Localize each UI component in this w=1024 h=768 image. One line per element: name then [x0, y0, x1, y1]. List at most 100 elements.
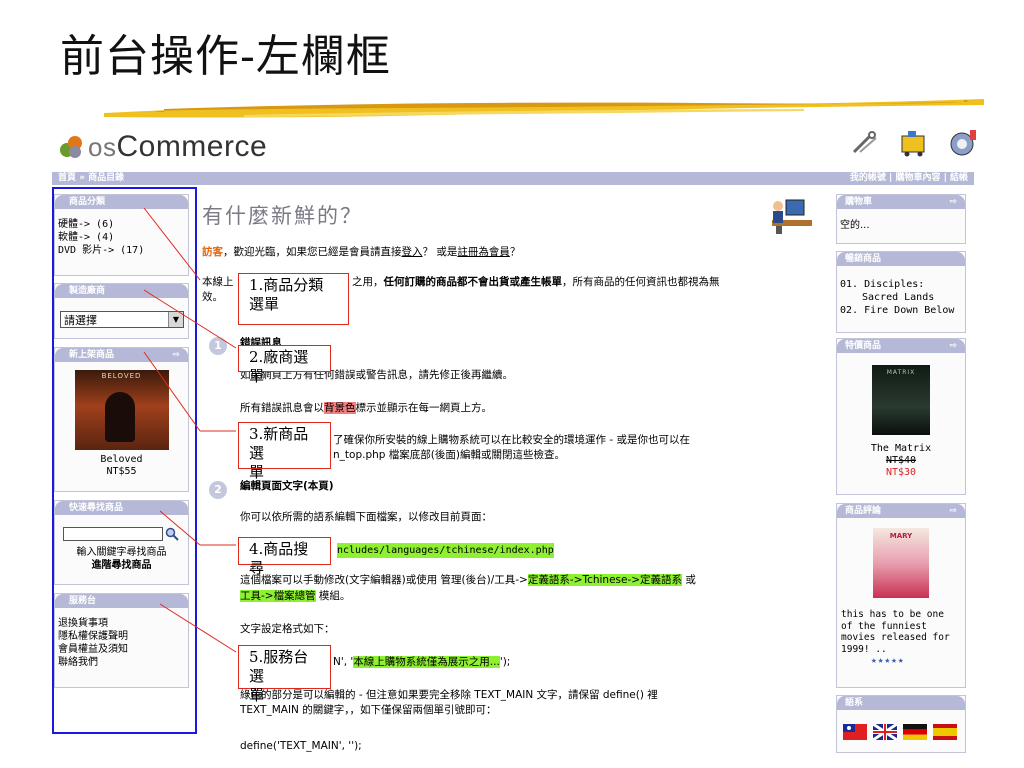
- section1-line: 所有錯誤訊息會以背景色標示並顯示在每一網頁上方。: [240, 402, 492, 414]
- manufacturers-box: 製造廠商 請選擇 ▼: [54, 283, 189, 339]
- brush-stroke-decoration: [104, 99, 984, 118]
- logo-spheres-icon: [60, 136, 82, 158]
- chevron-down-icon: ▼: [168, 312, 183, 327]
- breadcrumb[interactable]: 首頁 » 商品目錄: [58, 172, 124, 185]
- review-text: movies released for: [841, 632, 950, 643]
- callout-categories: 1.商品分類 選單: [238, 273, 349, 325]
- reviews-box: 商品評論 ⇨ MARY this has to be one of the fun…: [836, 503, 966, 688]
- section-number-badge: 1: [209, 337, 227, 355]
- office-worker-icon: [772, 199, 812, 234]
- information-box: 服務台 退換貨事項 隱私權保護聲明 會員權益及須知 聯絡我們: [54, 593, 189, 688]
- callout-new-products: 3.新商品選單: [238, 422, 331, 481]
- login-link[interactable]: 登入: [402, 246, 423, 258]
- category-link[interactable]: DVD 影片-> (17): [58, 244, 185, 257]
- special-old-price: NT$40: [885, 455, 917, 466]
- bestseller-link[interactable]: Sacred Lands: [840, 291, 962, 304]
- section-number-badge: 2: [209, 481, 227, 499]
- notice-line-rest: 之用，任何訂購的商品都不會出貨或產生帳單，所有商品的任何資訊也都視為無: [352, 276, 720, 288]
- manufacturers-title: 製造廠商: [69, 286, 106, 296]
- arrow-right-icon[interactable]: ⇨: [172, 348, 180, 362]
- bestsellers-title: 暢銷商品: [845, 254, 882, 264]
- oscommerce-logo[interactable]: osCommerce: [58, 130, 267, 164]
- category-link[interactable]: 軟體-> (4): [58, 231, 185, 244]
- special-new-price: NT$30: [885, 467, 917, 478]
- beloved-poster[interactable]: BELOVED: [74, 370, 169, 450]
- callout-quick-find: 4.商品搜尋: [238, 537, 331, 577]
- bestsellers-box: 暢銷商品 01. Disciples: Sacred Lands 02. Fir…: [836, 251, 966, 333]
- matrix-poster[interactable]: MATRIX: [872, 365, 930, 435]
- register-link[interactable]: 註冊為會員: [457, 246, 510, 258]
- information-link[interactable]: 會員權益及須知: [58, 643, 185, 656]
- checkout-icon[interactable]: [948, 128, 980, 158]
- advanced-search-link[interactable]: 進階尋找商品: [55, 559, 188, 572]
- information-link[interactable]: 聯絡我們: [58, 656, 185, 669]
- new-products-box: 新上架商品 ⇨ BELOVED Beloved NT$55: [54, 347, 189, 492]
- quick-find-box: 快速尋找商品 輸入關鍵字尋找商品 進階尋找商品: [54, 500, 189, 585]
- notice-line-end: 效。: [202, 291, 223, 303]
- bestseller-link[interactable]: 01. Disciples:: [840, 278, 962, 291]
- reviews-title: 商品評論: [845, 506, 882, 516]
- arrow-right-icon[interactable]: ⇨: [949, 195, 957, 209]
- languages-box: 語系: [836, 695, 966, 753]
- categories-box: 商品分類 硬體-> (6) 軟體-> (4) DVD 影片-> (17): [54, 194, 189, 276]
- review-text: this has to be one: [841, 609, 944, 620]
- file-manager-link[interactable]: 工具->檔案總管: [240, 590, 316, 602]
- header-icons: [850, 128, 980, 158]
- specials-title: 特價商品: [845, 341, 882, 351]
- section2-line: 文字設定格式如下：: [240, 623, 335, 635]
- information-link[interactable]: 退換貨事項: [58, 617, 185, 630]
- information-link[interactable]: 隱私權保護聲明: [58, 630, 185, 643]
- section2-line: define('TEXT_MAIN', '');: [240, 740, 362, 752]
- search-input[interactable]: [63, 527, 163, 541]
- shopping-cart-box: 購物車 ⇨ 空的...: [836, 194, 966, 244]
- section2-line: TEXT_MAIN 的關鍵字，，如下僅保留兩個單引號即可：: [240, 704, 497, 716]
- cart-box-title: 購物車: [845, 197, 873, 207]
- cart-content: 空的...: [840, 220, 870, 231]
- review-text: of the funniest: [841, 620, 927, 632]
- languages-title: 語系: [845, 698, 864, 708]
- quick-find-title: 快速尋找商品: [69, 503, 124, 513]
- quick-find-hint: 輸入關鍵字尋找商品: [76, 547, 167, 558]
- product-name[interactable]: Beloved: [55, 454, 188, 466]
- flag-tw-icon[interactable]: [843, 724, 867, 740]
- tools-icon[interactable]: [850, 130, 880, 156]
- flag-uk-icon[interactable]: [873, 724, 897, 740]
- breadcrumb-bar: 首頁 » 商品目錄 我的帳號 | 購物車內容 | 結帳: [52, 172, 974, 185]
- review-stars: ★★★★★: [871, 655, 905, 666]
- flag-es-icon[interactable]: [933, 724, 957, 740]
- manufacturer-select-value: 請選擇: [64, 313, 97, 327]
- section2-line: 工具->檔案總管 模組。: [240, 590, 351, 602]
- bestseller-link[interactable]: 02. Fire Down Below: [840, 304, 962, 317]
- arrow-right-icon[interactable]: ⇨: [949, 504, 957, 518]
- flag-de-icon[interactable]: [903, 724, 927, 740]
- special-product-name[interactable]: The Matrix: [837, 443, 965, 455]
- review-text: 1999! ..: [841, 643, 887, 655]
- notice-line: 本線上: [202, 276, 234, 288]
- section2-line: 你可以依所需的語系編輯下面檔案，以修改目前頁面：: [240, 511, 492, 523]
- categories-title: 商品分類: [69, 197, 106, 207]
- manufacturer-select[interactable]: 請選擇 ▼: [60, 311, 184, 328]
- cart-icon[interactable]: [898, 128, 930, 158]
- new-products-title: 新上架商品: [69, 350, 115, 360]
- specials-box: 特價商品 ⇨ MATRIX The Matrix NT$40 NT$30: [836, 338, 966, 495]
- poster-title: MATRIX: [886, 369, 916, 376]
- information-title: 服務台: [69, 596, 97, 606]
- section1-line: 了確保你所安裝的線上購物系統可以在比較安全的環境運作 - 或是你也可以在: [333, 434, 690, 446]
- category-link[interactable]: 硬體-> (6): [58, 218, 185, 231]
- define-language-link[interactable]: 定義語系->Tchinese->定義語系: [527, 574, 683, 586]
- section1-line: n_top.php 檔案底部(後面)編輯或關閉這些檢查。: [333, 449, 565, 461]
- search-icon[interactable]: [165, 527, 179, 541]
- language-file-path: ncludes/languages/tchinese/index.php: [337, 543, 554, 558]
- review-poster[interactable]: MARY: [873, 528, 929, 598]
- poster-title: MARY: [889, 532, 913, 540]
- product-price: NT$55: [106, 466, 137, 477]
- arrow-right-icon[interactable]: ⇨: [949, 339, 957, 353]
- logo-text: osCommerce: [88, 130, 268, 163]
- header-top-links[interactable]: 我的帳號 | 購物車內容 | 結帳: [850, 172, 968, 185]
- callout-manufacturers: 2.廠商選單: [238, 345, 331, 385]
- poster-title: BELOVED: [101, 372, 142, 380]
- welcome-line: 訪客，歡迎光臨，如果您已經是會員請直接登入？ 或是註冊為會員？: [202, 246, 521, 258]
- slide-title: 前台操作-左欄框: [60, 31, 391, 82]
- callout-information: 5.服務台選單: [238, 645, 331, 704]
- page-heading: 有什麼新鮮的？: [202, 204, 363, 228]
